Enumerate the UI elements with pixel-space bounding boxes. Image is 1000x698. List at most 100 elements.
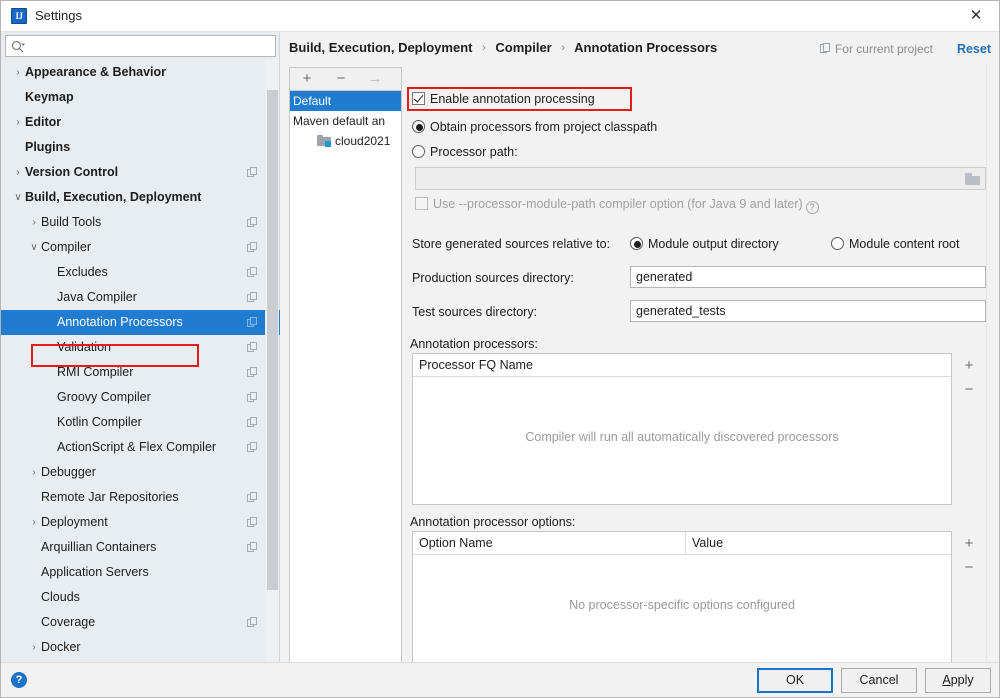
move-to-profile-button[interactable]: → [360, 68, 390, 89]
sidebar-item-docker[interactable]: › Docker [1, 635, 280, 660]
chevron-right-icon[interactable]: › [27, 460, 41, 485]
help-button[interactable]: ? [11, 672, 27, 688]
copy-config-icon [819, 43, 831, 54]
profile-label: cloud2021 [335, 134, 391, 148]
sidebar-item-label: Plugins [25, 140, 71, 154]
settings-dialog: IJ Settings ✕ › Appearance & Behavior Keym… [0, 0, 1000, 698]
breadcrumb-item-1[interactable]: Compiler [495, 40, 551, 55]
folder-browse-icon[interactable] [965, 172, 981, 186]
module-content-root-radio[interactable] [831, 237, 844, 250]
close-icon[interactable]: ✕ [953, 1, 999, 31]
production-sources-input[interactable] [630, 266, 986, 288]
processor-path-radio[interactable] [412, 145, 425, 158]
sidebar-item-plugins[interactable]: Plugins [1, 135, 280, 160]
breadcrumb-separator: › [561, 42, 566, 54]
profile-item-cloud2021[interactable]: cloud2021 [290, 131, 401, 151]
sidebar-item-application-servers[interactable]: Application Servers [1, 560, 280, 585]
column-value[interactable]: Value [685, 532, 951, 554]
sidebar-item-clouds[interactable]: Clouds [1, 585, 280, 610]
sidebar-item-coverage[interactable]: Coverage [1, 610, 280, 635]
chevron-down-icon[interactable]: ∨ [11, 185, 25, 210]
breadcrumb-item-0[interactable]: Build, Execution, Deployment [289, 40, 472, 55]
profile-item-default[interactable]: Default [290, 91, 401, 111]
use-processor-module-path-checkbox[interactable] [415, 197, 428, 210]
sidebar-item-editor[interactable]: › Editor [1, 110, 280, 135]
content-scrollbar[interactable] [986, 63, 999, 694]
copy-config-icon [247, 292, 258, 303]
chevron-right-icon[interactable]: › [27, 510, 41, 535]
column-option-name[interactable]: Option Name [413, 532, 685, 554]
remove-processor-button[interactable]: − [958, 378, 980, 402]
add-option-button[interactable]: + [958, 532, 980, 556]
use-processor-module-path-row[interactable]: Use --processor-module-path compiler opt… [415, 197, 819, 214]
sidebar-item-arquillian-containers[interactable]: Arquillian Containers [1, 535, 280, 560]
search-box[interactable] [5, 35, 276, 57]
use-processor-module-path-label: Use --processor-module-path compiler opt… [433, 197, 803, 211]
ok-button[interactable]: OK [757, 668, 833, 693]
profile-toolbar: + − → [289, 67, 402, 90]
sidebar-item-rmi-compiler[interactable]: RMI Compiler [1, 360, 280, 385]
intellij-idea-icon: IJ [11, 8, 27, 24]
sidebar-scrollbar-thumb[interactable] [267, 90, 278, 590]
column-processor-fq-name[interactable]: Processor FQ Name [413, 354, 533, 376]
sidebar-item-appearance-behavior[interactable]: › Appearance & Behavior [1, 60, 280, 85]
title-bar: IJ Settings ✕ [1, 1, 999, 32]
sidebar-item-remote-jar-repositories[interactable]: Remote Jar Repositories [1, 485, 280, 510]
copy-config-icon [247, 392, 258, 403]
sidebar-item-compiler[interactable]: ∨ Compiler [1, 235, 280, 260]
settings-sidebar: › Appearance & Behavior Keymap › Editor Plugi… [1, 32, 280, 663]
annotation-processor-options-section-label: Annotation processor options: [410, 515, 576, 529]
apply-button[interactable]: Apply [925, 668, 991, 693]
obtain-from-classpath-radio[interactable] [412, 120, 425, 133]
reset-link[interactable]: Reset [957, 42, 991, 56]
chevron-right-icon[interactable]: › [11, 110, 25, 135]
module-output-directory-row[interactable]: Module output directory [630, 237, 779, 251]
sidebar-item-debugger[interactable]: › Debugger [1, 460, 280, 485]
profile-item-maven-default[interactable]: Maven default an [290, 111, 401, 131]
sidebar-item-version-control[interactable]: › Version Control [1, 160, 280, 185]
chevron-right-icon[interactable]: › [27, 635, 41, 660]
options-empty-message: No processor-specific options configured [569, 598, 795, 612]
chevron-right-icon[interactable]: › [11, 160, 25, 185]
module-output-directory-radio[interactable] [630, 237, 643, 250]
test-sources-input[interactable] [630, 300, 986, 322]
sidebar-item-annotation-processors[interactable]: Annotation Processors [1, 310, 280, 335]
remove-option-button[interactable]: − [958, 556, 980, 580]
sidebar-item-deployment[interactable]: › Deployment [1, 510, 280, 535]
enable-annotation-processing-checkbox[interactable] [412, 92, 425, 105]
remove-profile-button[interactable]: − [326, 68, 356, 89]
chevron-right-icon[interactable]: › [27, 210, 41, 235]
sidebar-item-excludes[interactable]: Excludes [1, 260, 280, 285]
annotation-processor-options-table[interactable]: Option Name Value No processor-specific … [412, 531, 952, 663]
sidebar-item-java-compiler[interactable]: Java Compiler [1, 285, 280, 310]
module-content-root-row[interactable]: Module content root [831, 237, 960, 251]
search-input[interactable] [30, 37, 273, 55]
for-current-project-text: For current project [834, 42, 933, 56]
chevron-down-icon[interactable]: ∨ [27, 235, 41, 260]
sidebar-item-build-execution-deployment[interactable]: ∨ Build, Execution, Deployment [1, 185, 280, 210]
sidebar-item-keymap[interactable]: Keymap [1, 85, 280, 110]
copy-config-icon [247, 267, 258, 278]
enable-annotation-processing-label: Enable annotation processing [430, 92, 595, 106]
copy-config-icon [247, 617, 258, 628]
sidebar-item-build-tools[interactable]: › Build Tools [1, 210, 280, 235]
sidebar-item-actionscript-flex-compiler[interactable]: ActionScript & Flex Compiler [1, 435, 280, 460]
chevron-right-icon[interactable]: › [11, 60, 25, 85]
add-profile-button[interactable]: + [292, 68, 322, 89]
enable-annotation-processing-row[interactable]: Enable annotation processing [412, 92, 595, 106]
annotation-processors-table[interactable]: Processor FQ Name Compiler will run all … [412, 353, 952, 505]
processor-path-row[interactable]: Processor path: [412, 145, 518, 159]
sidebar-item-validation[interactable]: Validation [1, 335, 280, 360]
cancel-button[interactable]: Cancel [841, 668, 917, 693]
sidebar-item-kotlin-compiler[interactable]: Kotlin Compiler [1, 410, 280, 435]
profile-list[interactable]: Default Maven default an cloud2021 [289, 90, 402, 684]
window-title: Settings [35, 8, 82, 23]
settings-tree[interactable]: › Appearance & Behavior Keymap › Editor Plugi… [1, 60, 280, 663]
obtain-from-classpath-row[interactable]: Obtain processors from project classpath [412, 120, 657, 134]
add-processor-button[interactable]: + [958, 354, 980, 378]
for-current-project-label: For current project [819, 42, 933, 56]
help-icon[interactable]: ? [805, 201, 819, 214]
processor-path-input[interactable] [415, 167, 986, 190]
sidebar-item-groovy-compiler[interactable]: Groovy Compiler [1, 385, 280, 410]
sidebar-scrollbar[interactable] [265, 60, 279, 663]
